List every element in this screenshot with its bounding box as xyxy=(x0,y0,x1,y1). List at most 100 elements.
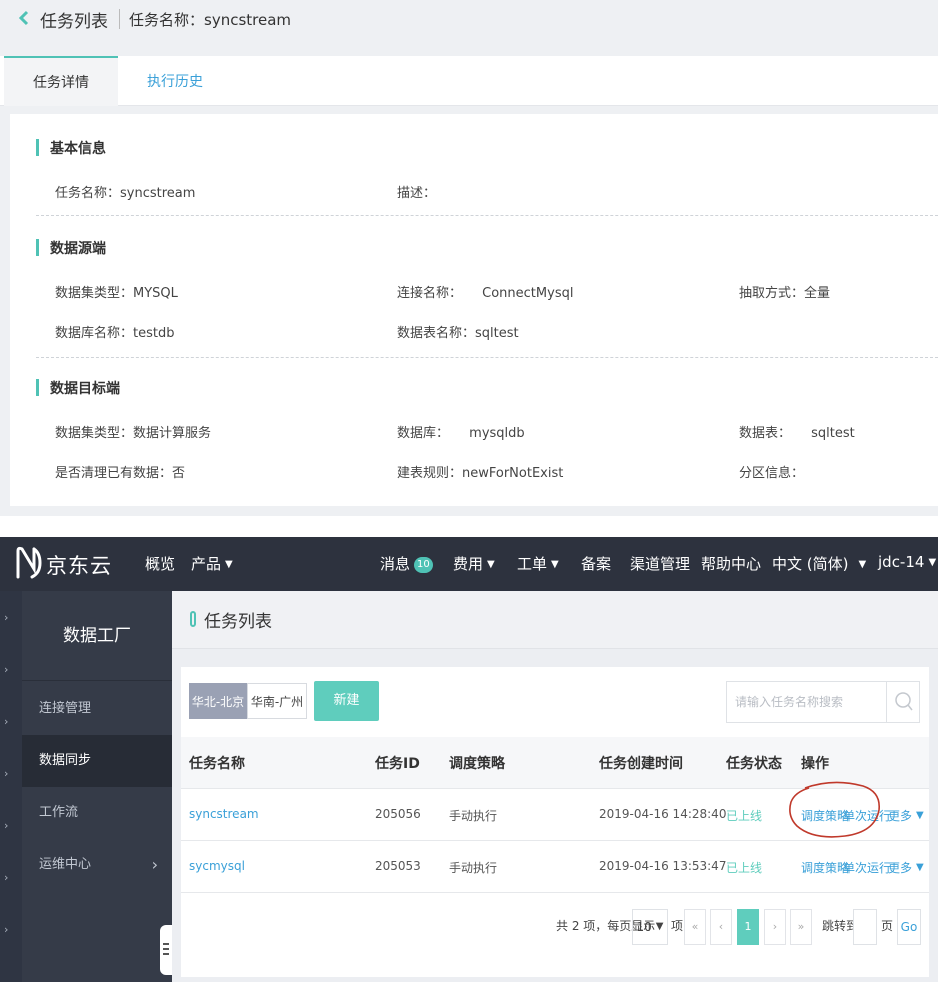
page-size-unit: 项 xyxy=(671,919,684,933)
nav-messages-label: 消息 xyxy=(380,555,411,573)
last-page-button[interactable]: » xyxy=(790,909,812,945)
sidebar-item-ops-center[interactable]: 运维中心 › xyxy=(22,839,172,891)
chevron-right-icon[interactable]: › xyxy=(4,819,14,832)
header-divider xyxy=(119,9,120,29)
task-strategy: 手动执行 xyxy=(449,809,498,823)
source-connection-name: 连接名称： ConnectMysql xyxy=(397,282,573,301)
section-title-target: 数据目标端 xyxy=(36,378,120,398)
first-page-button[interactable]: « xyxy=(684,909,706,945)
nav-language[interactable]: 中文 (简体) ▼ xyxy=(772,553,866,574)
chevron-right-icon[interactable]: › xyxy=(4,871,14,884)
search-input[interactable] xyxy=(727,682,887,722)
nav-products-label: 产品 xyxy=(191,555,222,573)
col-task-id: 任务ID xyxy=(375,756,420,772)
task-name-subtitle: 任务名称：syncstream xyxy=(129,11,292,29)
search-button[interactable] xyxy=(886,682,919,722)
message-count-badge: 10 xyxy=(414,557,433,573)
section-title-source: 数据源端 xyxy=(36,238,106,258)
target-database-value: mysqldb xyxy=(469,426,525,441)
jdcloud-logo-icon[interactable] xyxy=(14,543,44,583)
run-once-link[interactable]: 单次运行 xyxy=(843,859,891,876)
task-list-panel: 华北-北京 华南-广州 新建 任务名称 任务ID 调度策略 任务创建时间 任务状… xyxy=(181,667,929,977)
caret-down-icon: ▼ xyxy=(858,559,867,570)
nav-tickets[interactable]: 工单 ▼ xyxy=(517,553,559,574)
nav-tickets-label: 工单 xyxy=(517,555,548,573)
target-database-label: 数据库： xyxy=(397,426,450,441)
nav-help[interactable]: 帮助中心 xyxy=(701,553,761,574)
region-guangzhou-button[interactable]: 华南-广州 xyxy=(247,683,307,719)
col-task-name: 任务名称 xyxy=(189,756,245,772)
caret-down-icon: ▼ xyxy=(551,559,559,570)
prev-page-button[interactable]: ‹ xyxy=(710,909,732,945)
console-view: 京东云 概览 产品 ▼ 消息 10 费用 ▼ 工单 ▼ 备案 渠道管理 帮助中心 中文 … xyxy=(0,537,938,982)
caret-down-icon: ▼ xyxy=(487,559,495,570)
nav-language-label: 中文 (简体) xyxy=(772,555,849,573)
sidebar-item-connections[interactable]: 连接管理 xyxy=(22,683,172,735)
page-1-button[interactable]: 1 xyxy=(737,909,759,945)
more-dropdown[interactable]: 更多 ▼ xyxy=(888,859,924,876)
target-partition: 分区信息： xyxy=(739,466,805,481)
go-button[interactable]: Go xyxy=(897,909,921,945)
nav-user-label: jdc-14 xyxy=(878,553,925,571)
basic-description: 描述： xyxy=(397,186,437,201)
task-id: 205053 xyxy=(375,859,421,873)
caret-down-icon: ▼ xyxy=(655,921,664,932)
task-name-link[interactable]: syncstream xyxy=(189,807,259,821)
divider xyxy=(36,357,938,358)
detail-card: 基本信息 任务名称：syncstream 描述： 数据源端 数据集类型：MYSQ… xyxy=(10,114,938,506)
brand-name: 京东云 xyxy=(46,554,112,578)
task-created: 2019-04-16 13:53:47 xyxy=(599,859,727,873)
nav-filing[interactable]: 备案 xyxy=(581,553,611,574)
back-arrow-icon[interactable] xyxy=(16,10,32,26)
nav-messages[interactable]: 消息 10 xyxy=(380,553,433,574)
nav-overview[interactable]: 概览 xyxy=(145,553,175,574)
chevron-right-icon[interactable]: › xyxy=(4,767,14,780)
sidebar-item-label: 运维中心 xyxy=(39,857,92,872)
caret-down-icon: ▼ xyxy=(225,559,233,570)
nav-user[interactable]: jdc-14 ▼ xyxy=(878,553,936,571)
status-badge: 已上线 xyxy=(726,861,763,875)
chevron-right-icon[interactable]: › xyxy=(4,663,14,676)
title-accent-icon xyxy=(190,611,196,627)
target-table-rule: 建表规则：newForNotExist xyxy=(397,466,564,481)
col-status: 任务状态 xyxy=(726,756,782,772)
section-title-basic: 基本信息 xyxy=(36,138,106,158)
detail-tabs: 任务详情 执行历史 xyxy=(0,56,938,106)
caret-down-icon: ▼ xyxy=(928,557,937,568)
target-table-value: sqltest xyxy=(811,426,855,441)
source-dataset-type: 数据集类型：MYSQL xyxy=(55,286,178,301)
nav-channel[interactable]: 渠道管理 xyxy=(630,553,690,574)
sidebar-item-data-sync[interactable]: 数据同步 xyxy=(22,735,172,787)
source-connection-value: ConnectMysql xyxy=(482,286,574,301)
divider xyxy=(36,215,938,216)
nav-billing[interactable]: 费用 ▼ xyxy=(453,553,495,574)
search-box xyxy=(726,681,920,723)
chevron-right-icon[interactable]: › xyxy=(4,923,14,936)
tab-execution-history[interactable]: 执行历史 xyxy=(118,56,232,106)
chevron-right-icon[interactable]: › xyxy=(4,611,14,624)
sidebar-title: 数据工厂 xyxy=(22,591,172,681)
new-task-button[interactable]: 新建 xyxy=(314,681,379,721)
col-strategy: 调度策略 xyxy=(449,756,505,772)
task-detail-view: 任务列表 任务名称：syncstream 任务详情 执行历史 基本信息 任务名称… xyxy=(0,0,938,516)
table-row: sycmysql 205053 手动执行 2019-04-16 13:53:47… xyxy=(181,841,929,893)
page-size-select[interactable]: 10 ▼ xyxy=(632,909,668,945)
region-beijing-button[interactable]: 华北-北京 xyxy=(189,683,247,719)
next-page-button[interactable]: › xyxy=(764,909,786,945)
nav-billing-label: 费用 xyxy=(453,555,484,573)
more-label: 更多 xyxy=(888,861,913,875)
nav-products[interactable]: 产品 ▼ xyxy=(191,553,233,574)
tab-task-detail[interactable]: 任务详情 xyxy=(4,56,118,106)
col-created: 任务创建时间 xyxy=(599,756,683,772)
more-label: 更多 xyxy=(888,809,913,823)
top-navbar: 京东云 概览 产品 ▼ 消息 10 费用 ▼ 工单 ▼ 备案 渠道管理 帮助中心 中文 … xyxy=(0,537,938,591)
sidebar-collapse-handle[interactable] xyxy=(160,925,172,975)
schedule-strategy-link[interactable]: 调度策略 xyxy=(801,859,849,876)
jump-page-input[interactable] xyxy=(853,909,877,945)
task-name-link[interactable]: sycmysql xyxy=(189,859,245,873)
pagination: 共 2 项，每页显示 10 ▼ 项 « ‹ 1 › » 跳转到 页 Go xyxy=(181,907,929,945)
page-size-value: 10 xyxy=(636,920,652,934)
more-dropdown[interactable]: 更多 ▼ xyxy=(888,807,924,824)
sidebar-item-workflow[interactable]: 工作流 xyxy=(22,787,172,839)
chevron-right-icon[interactable]: › xyxy=(4,715,14,728)
